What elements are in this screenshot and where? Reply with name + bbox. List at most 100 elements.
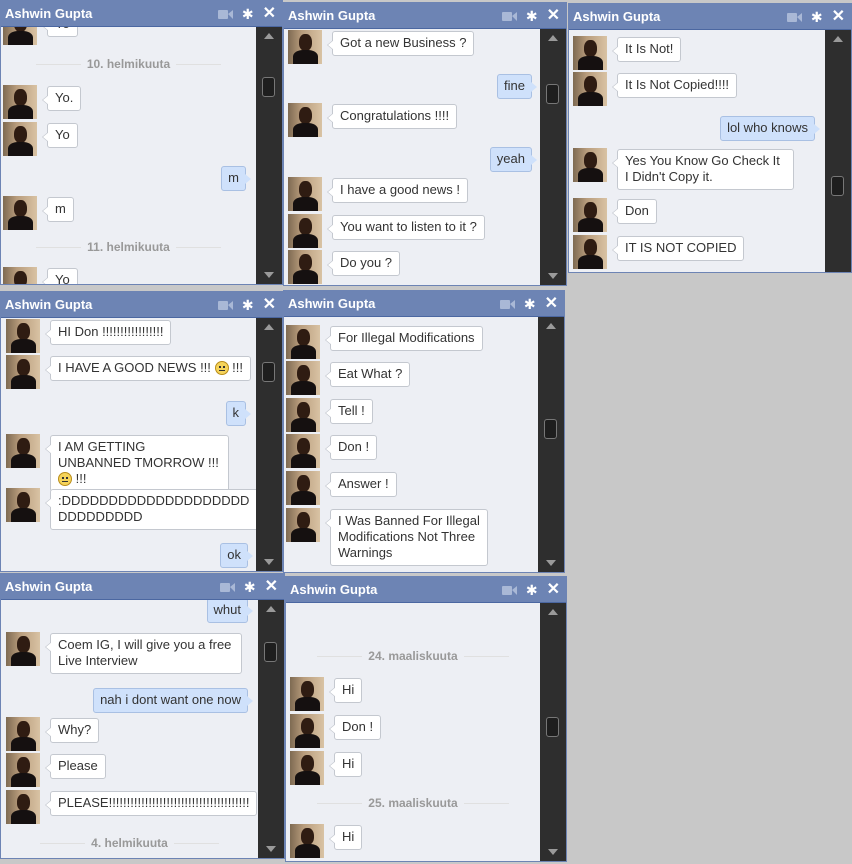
avatar[interactable]	[286, 361, 320, 395]
gear-icon[interactable]: ✱	[244, 580, 256, 594]
avatar[interactable]	[286, 398, 320, 432]
scroll-thumb[interactable]	[544, 419, 557, 439]
video-camera-icon[interactable]	[501, 11, 517, 22]
close-icon[interactable]: ✕	[265, 579, 278, 595]
gear-icon[interactable]: ✱	[242, 298, 254, 312]
avatar[interactable]	[3, 196, 37, 230]
scroll-thumb[interactable]	[546, 717, 559, 737]
avatar[interactable]	[286, 325, 320, 359]
scrollbar[interactable]	[825, 30, 851, 272]
contact-name[interactable]: Ashwin Gupta	[5, 579, 92, 594]
scrollbar[interactable]	[540, 603, 566, 861]
avatar[interactable]	[290, 751, 324, 785]
avatar[interactable]	[288, 250, 322, 284]
contact-name[interactable]: Ashwin Gupta	[290, 582, 377, 597]
avatar[interactable]	[6, 790, 40, 824]
gear-icon[interactable]: ✱	[524, 297, 536, 311]
scroll-up-arrow-icon[interactable]	[546, 323, 556, 329]
avatar[interactable]	[6, 717, 40, 751]
avatar[interactable]	[286, 471, 320, 505]
gear-icon[interactable]: ✱	[526, 9, 538, 23]
avatar[interactable]	[3, 267, 37, 284]
close-icon[interactable]: ✕	[263, 6, 276, 22]
scrollbar[interactable]	[256, 27, 282, 284]
scroll-up-arrow-icon[interactable]	[548, 35, 558, 41]
scroll-down-arrow-icon[interactable]	[264, 272, 274, 278]
avatar[interactable]	[290, 714, 324, 748]
scroll-up-arrow-icon[interactable]	[264, 33, 274, 39]
avatar[interactable]	[3, 85, 37, 119]
scroll-down-arrow-icon[interactable]	[548, 849, 558, 855]
chat-window-5: Ashwin Gupta ✱ ✕ For Illegal Modificatio…	[283, 290, 565, 573]
contact-name[interactable]: Ashwin Gupta	[573, 9, 660, 24]
avatar[interactable]	[288, 177, 322, 211]
avatar[interactable]	[573, 72, 607, 106]
video-camera-icon[interactable]	[499, 299, 515, 310]
avatar[interactable]	[3, 122, 37, 156]
scroll-thumb[interactable]	[546, 84, 559, 104]
chat-titlebar[interactable]: Ashwin Gupta ✱ ✕	[286, 577, 566, 603]
video-camera-icon[interactable]	[501, 585, 517, 596]
chat-titlebar[interactable]: Ashwin Gupta ✱ ✕	[569, 4, 851, 30]
gear-icon[interactable]: ✱	[242, 7, 254, 21]
contact-name[interactable]: Ashwin Gupta	[5, 6, 92, 21]
avatar[interactable]	[288, 214, 322, 248]
scrollbar[interactable]	[256, 318, 282, 571]
avatar[interactable]	[288, 103, 322, 137]
message-bubble: Don !	[324, 435, 378, 460]
scroll-up-arrow-icon[interactable]	[548, 609, 558, 615]
avatar[interactable]	[6, 488, 40, 522]
gear-icon[interactable]: ✱	[811, 10, 823, 24]
video-camera-icon[interactable]	[786, 12, 802, 23]
chat-titlebar[interactable]: Ashwin Gupta ✱ ✕	[1, 292, 282, 318]
avatar[interactable]	[6, 355, 40, 389]
avatar[interactable]	[6, 753, 40, 787]
scrollbar[interactable]	[538, 317, 564, 572]
avatar[interactable]	[573, 235, 607, 269]
scrollbar[interactable]	[540, 29, 566, 285]
close-icon[interactable]: ✕	[263, 297, 276, 313]
avatar[interactable]	[3, 27, 37, 45]
scroll-up-arrow-icon[interactable]	[264, 324, 274, 330]
avatar[interactable]	[286, 434, 320, 468]
avatar[interactable]	[288, 30, 322, 64]
avatar[interactable]	[573, 148, 607, 182]
close-icon[interactable]: ✕	[547, 582, 560, 598]
scroll-up-arrow-icon[interactable]	[833, 36, 843, 42]
scroll-thumb[interactable]	[262, 77, 275, 97]
avatar[interactable]	[573, 198, 607, 232]
scroll-thumb[interactable]	[831, 176, 844, 196]
chat-titlebar[interactable]: Ashwin Gupta ✱ ✕	[1, 574, 284, 600]
avatar[interactable]	[6, 434, 40, 468]
avatar[interactable]	[290, 677, 324, 711]
contact-name[interactable]: Ashwin Gupta	[288, 8, 375, 23]
avatar[interactable]	[290, 824, 324, 858]
scroll-down-arrow-icon[interactable]	[266, 846, 276, 852]
scroll-thumb[interactable]	[262, 362, 275, 382]
contact-name[interactable]: Ashwin Gupta	[288, 296, 375, 311]
gear-icon[interactable]: ✱	[526, 583, 538, 597]
scroll-down-arrow-icon[interactable]	[546, 560, 556, 566]
chat-titlebar[interactable]: Ashwin Gupta ✱ ✕	[284, 3, 566, 29]
avatar[interactable]	[6, 632, 40, 666]
close-icon[interactable]: ✕	[547, 8, 560, 24]
scrollbar[interactable]	[258, 600, 284, 858]
scroll-down-arrow-icon[interactable]	[264, 559, 274, 565]
contact-name[interactable]: Ashwin Gupta	[5, 297, 92, 312]
avatar[interactable]	[573, 36, 607, 70]
chat-window-3: Ashwin Gupta ✱ ✕ It Is Not! It Is Not Co…	[568, 3, 852, 273]
close-icon[interactable]: ✕	[545, 296, 558, 312]
avatar[interactable]	[6, 319, 40, 353]
date-separator: 11. helmikuuta	[1, 240, 256, 254]
scroll-up-arrow-icon[interactable]	[266, 606, 276, 612]
close-icon[interactable]: ✕	[832, 9, 845, 25]
message-them: Yo	[3, 267, 78, 284]
chat-titlebar[interactable]: Ashwin Gupta ✱ ✕	[1, 1, 282, 27]
scroll-down-arrow-icon[interactable]	[548, 273, 558, 279]
video-camera-icon[interactable]	[217, 300, 233, 311]
avatar[interactable]	[286, 508, 320, 542]
video-camera-icon[interactable]	[219, 582, 235, 593]
scroll-thumb[interactable]	[264, 642, 277, 662]
video-camera-icon[interactable]	[217, 9, 233, 20]
chat-titlebar[interactable]: Ashwin Gupta ✱ ✕	[284, 291, 564, 317]
